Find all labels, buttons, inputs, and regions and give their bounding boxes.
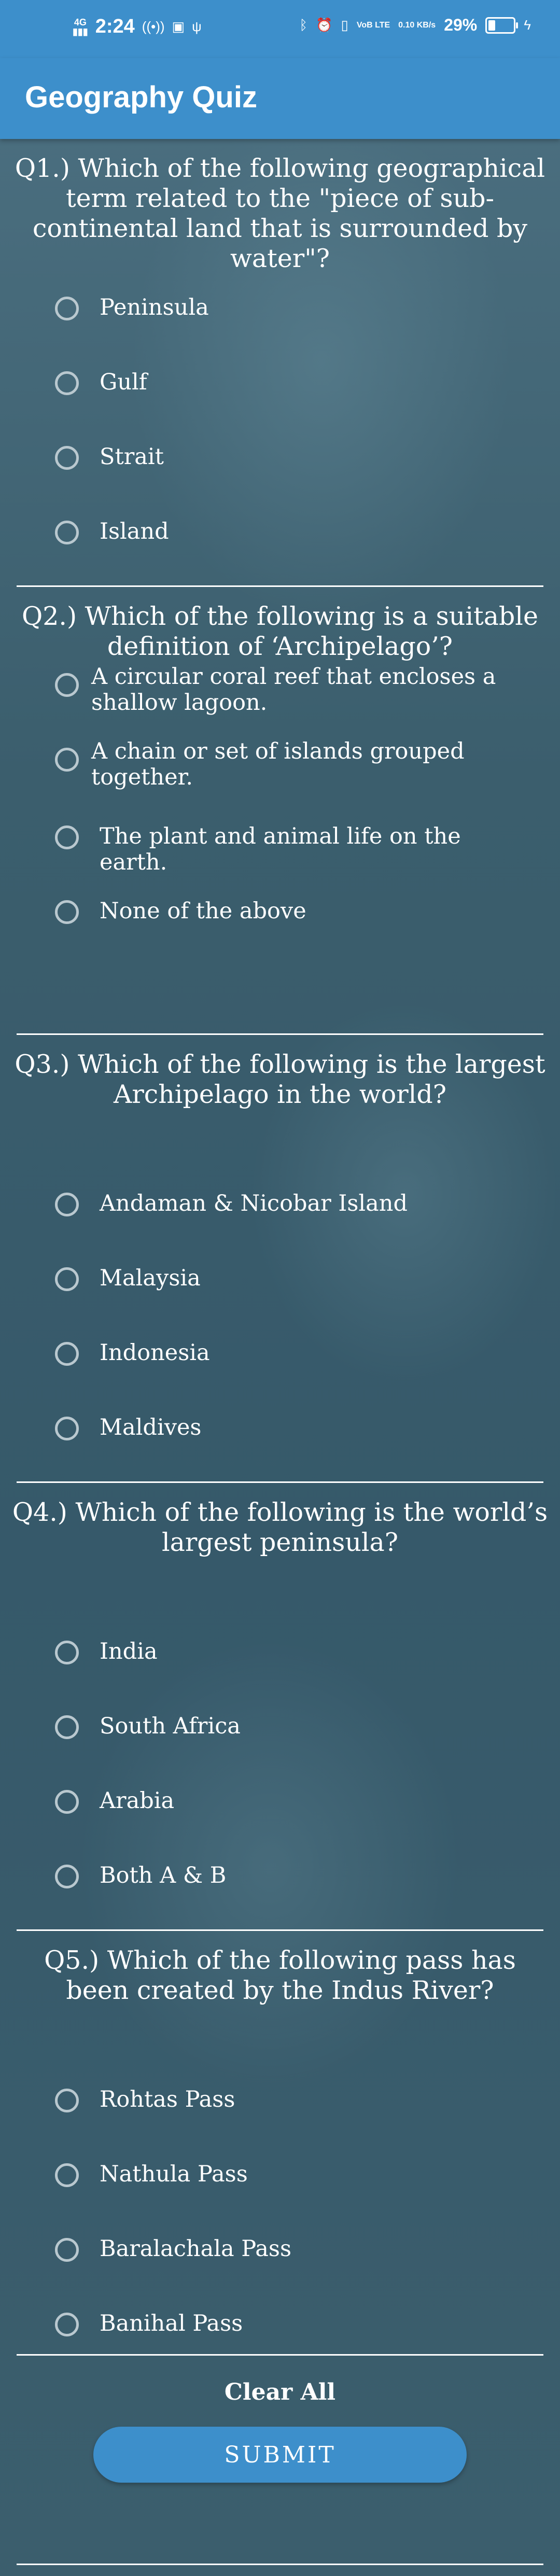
radio-button[interactable] [55, 673, 79, 697]
answer-option[interactable]: Andaman & Nicobar Island [55, 1191, 522, 1216]
radio-button[interactable] [55, 1715, 79, 1739]
signal-icon: ▮▮▮ [73, 26, 88, 37]
option-label: Gulf [100, 369, 147, 395]
status-left: 4G ▮▮▮ 2:24 ((•)) ▣ ψ [73, 16, 202, 38]
question-text: Q1.) Which of the following geographical… [15, 153, 545, 273]
network-speed: 0.10 KB/s [398, 21, 436, 30]
answer-option[interactable]: Gulf [55, 369, 522, 395]
option-label: A circular coral reef that encloses a sh… [91, 664, 496, 716]
answer-option[interactable]: Nathula Pass [55, 2161, 522, 2187]
option-label: Baralachala Pass [100, 2236, 292, 2262]
option-label: Peninsula [100, 295, 209, 320]
answer-option[interactable]: Strait [55, 444, 522, 470]
radio-button[interactable] [55, 2238, 79, 2262]
question-card: Q3.) Which of the following is the large… [0, 1035, 560, 1483]
question-card: Q2.) Which of the following is a suitabl… [0, 587, 560, 1035]
radio-button[interactable] [55, 748, 79, 772]
radio-button[interactable] [55, 825, 79, 849]
option-label: Arabia [100, 1788, 175, 1814]
lte-label: VoB LTE [356, 20, 390, 30]
submit-button[interactable]: SUBMIT [93, 2427, 467, 2483]
charging-icon: ϟ [524, 17, 531, 33]
radio-button[interactable] [55, 1342, 79, 1366]
question-card: Q5.) Which of the following pass has bee… [0, 1931, 560, 2379]
option-label: South Africa [100, 1713, 241, 1739]
network-indicator: 4G ▮▮▮ [73, 18, 88, 36]
radio-button[interactable] [55, 1865, 79, 1888]
radio-button[interactable] [55, 900, 79, 924]
divider [17, 2354, 543, 2356]
option-label: Andaman & Nicobar Island [100, 1191, 408, 1216]
radio-button[interactable] [55, 297, 79, 320]
status-right: ᛒ ⏰ ▯ VoB LTE 0.10 KB/s 29% ϟ [300, 16, 531, 35]
option-label: Strait [100, 444, 164, 470]
lte-indicator: VoB LTE [357, 21, 390, 30]
option-label: Maldives [100, 1415, 202, 1440]
answer-option[interactable]: Island [55, 519, 522, 544]
radio-button[interactable] [55, 2089, 79, 2112]
radio-button[interactable] [55, 1790, 79, 1814]
question-text: Q5.) Which of the following pass has bee… [44, 1945, 516, 2005]
answer-option[interactable]: India [55, 1639, 522, 1664]
app-bar: Geography Quiz [0, 58, 560, 139]
hotspot-icon: ((•)) [142, 19, 165, 34]
radio-button[interactable] [55, 1641, 79, 1664]
option-label: Nathula Pass [100, 2161, 248, 2187]
radio-button[interactable] [55, 446, 79, 470]
answer-option[interactable]: Indonesia [55, 1340, 522, 1366]
answer-option[interactable]: A circular coral reef that encloses a sh… [55, 664, 522, 716]
app-title: Geography Quiz [25, 80, 257, 114]
divider [17, 2564, 543, 2565]
answer-option[interactable]: Both A & B [55, 1863, 522, 1888]
answer-option[interactable]: Arabia [55, 1788, 522, 1814]
answer-option[interactable]: None of the above [55, 898, 522, 924]
radio-button[interactable] [55, 521, 79, 544]
option-label: Both A & B [100, 1863, 227, 1888]
answer-option[interactable]: Rohtas Pass [55, 2087, 522, 2112]
option-label: Island [100, 519, 169, 544]
option-label: Rohtas Pass [100, 2087, 235, 2112]
question-text: Q3.) Which of the following is the large… [15, 1049, 545, 1109]
status-time: 2:24 [95, 16, 135, 37]
option-label: A chain or set of islands grouped togeth… [91, 738, 465, 790]
option-label: Banihal Pass [100, 2311, 243, 2336]
answer-option[interactable]: The plant and animal life on the earth. [55, 823, 522, 875]
alarm-icon: ⏰ [316, 17, 333, 33]
vo-icon: ▣ [172, 19, 185, 34]
radio-button[interactable] [55, 1267, 79, 1291]
status-bar: 4G ▮▮▮ 2:24 ((•)) ▣ ψ ᛒ ⏰ ▯ VoB LTE 0.10… [0, 0, 560, 58]
bluetooth-icon: ᛒ [299, 17, 308, 33]
answer-option[interactable]: Malaysia [55, 1265, 522, 1291]
radio-button[interactable] [55, 2313, 79, 2336]
question-card: Q1.) Which of the following geographical… [0, 139, 560, 587]
answer-option[interactable]: South Africa [55, 1713, 522, 1739]
battery-icon [485, 17, 519, 34]
option-label: The plant and animal life on the earth. [100, 823, 461, 875]
question-text: Q4.) Which of the following is the world… [12, 1497, 548, 1557]
answer-option[interactable]: Banihal Pass [55, 2311, 522, 2336]
quiz-list: Q1.) Which of the following geographical… [0, 139, 560, 2379]
question-card: Q4.) Which of the following is the world… [0, 1483, 560, 1931]
question-text: Q2.) Which of the following is a suitabl… [22, 601, 538, 661]
speed-label: 0.10 KB/s [398, 20, 436, 30]
radio-button[interactable] [55, 1417, 79, 1440]
clear-all-button[interactable]: Clear All [0, 2379, 560, 2405]
option-label: India [100, 1639, 158, 1664]
radio-button[interactable] [55, 2163, 79, 2187]
answer-option[interactable]: Baralachala Pass [55, 2236, 522, 2262]
usb-icon: ψ [192, 19, 202, 34]
network-type: 4G [74, 17, 87, 27]
option-label: Indonesia [100, 1340, 210, 1366]
answer-option[interactable]: Maldives [55, 1415, 522, 1440]
radio-button[interactable] [55, 371, 79, 395]
option-label: Malaysia [100, 1265, 201, 1291]
battery-percent: 29% [444, 16, 478, 34]
radio-button[interactable] [55, 1193, 79, 1216]
battery-fill [488, 20, 496, 31]
answer-option[interactable]: A chain or set of islands grouped togeth… [55, 738, 522, 790]
answer-option[interactable]: Peninsula [55, 295, 522, 320]
option-label: None of the above [100, 898, 306, 924]
vibrate-icon: ▯ [341, 17, 348, 33]
